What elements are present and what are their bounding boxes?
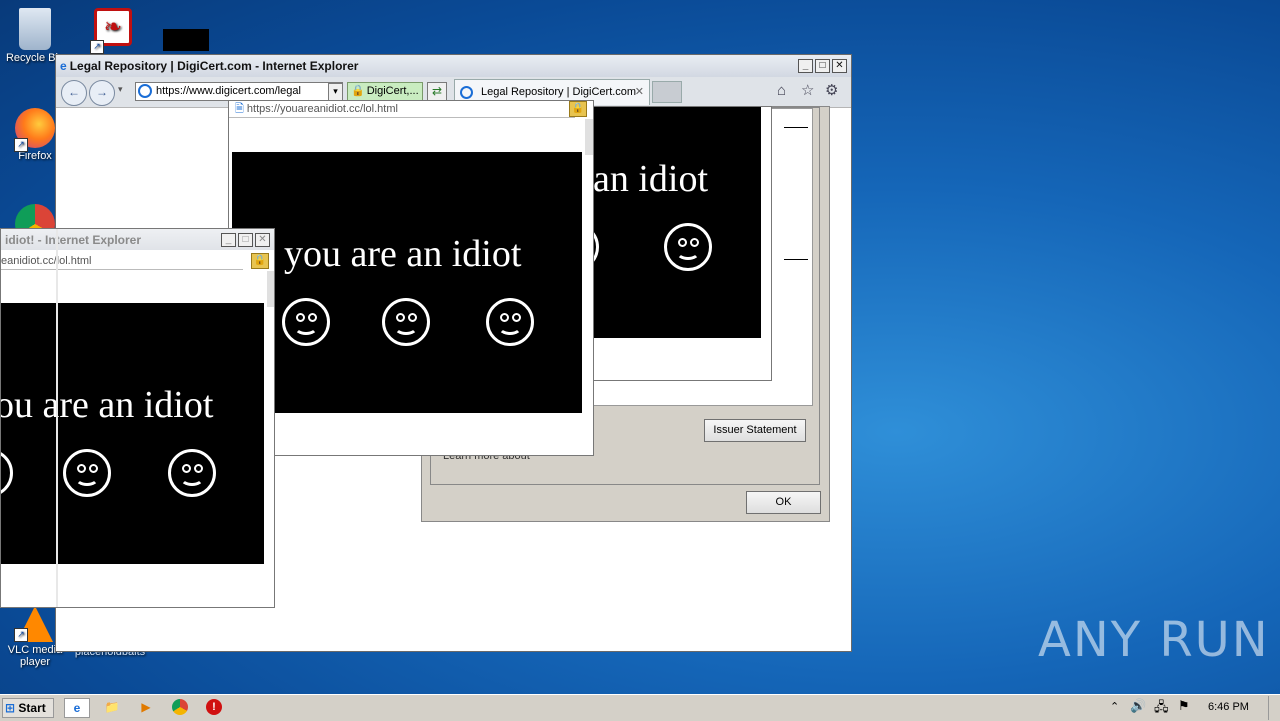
ie-logo-icon: e bbox=[60, 59, 67, 73]
taskbar-stop-icon[interactable]: ! bbox=[202, 698, 226, 718]
popup-center-message: you are an idiot bbox=[284, 233, 522, 275]
smiley-icon bbox=[63, 449, 111, 497]
smiley-icon bbox=[1, 449, 13, 497]
lock-icon[interactable]: 🔒 bbox=[251, 253, 269, 269]
ie-titlebar[interactable]: e Legal Repository | DigiCert.com - Inte… bbox=[56, 55, 851, 77]
popup-left-black-pane: ou are an idiot bbox=[1, 303, 264, 564]
popup-left-url: eanidiot.cc/lol.html bbox=[1, 255, 92, 267]
issuer-statement-button[interactable]: Issuer Statement bbox=[704, 419, 806, 442]
popup-back-message: an idiot bbox=[593, 158, 709, 200]
close-button[interactable]: ✕ bbox=[832, 59, 847, 73]
lock-icon: 🔒 bbox=[351, 85, 365, 97]
clock[interactable]: 6:46 PM bbox=[1208, 701, 1249, 713]
volume-icon[interactable]: 🔊 bbox=[1130, 698, 1146, 714]
scrollbar[interactable] bbox=[267, 271, 274, 307]
network-icon[interactable]: 🖧 bbox=[1154, 698, 1169, 720]
scrollbar[interactable] bbox=[585, 119, 593, 155]
history-dropdown-icon[interactable]: ▾ bbox=[118, 84, 123, 95]
back-button[interactable]: ← bbox=[61, 80, 87, 106]
shortcut-arrow-icon: ↗ bbox=[14, 138, 28, 152]
popup-left-title: idiot! - Internet Explorer bbox=[5, 232, 142, 247]
desktop-icon-acrobat[interactable]: ❧ ↗ bbox=[78, 8, 148, 54]
recycle-bin-icon bbox=[19, 8, 51, 50]
desktop-icon-black-box[interactable] bbox=[163, 29, 209, 51]
popup-left-urlbar[interactable]: eanidiot.cc/lol.html bbox=[1, 253, 243, 270]
site-icon bbox=[138, 84, 152, 98]
ie-page-icon: 🗎 bbox=[235, 103, 244, 115]
taskbar-explorer-icon[interactable]: 📁 bbox=[100, 698, 124, 718]
window-title: Legal Repository | DigiCert.com - Intern… bbox=[69, 59, 359, 73]
taskbar-ie-button[interactable]: e bbox=[64, 698, 90, 718]
certificate-button[interactable]: 🔒 DigiCert,... bbox=[347, 82, 423, 101]
popup-center-window[interactable]: 🗎 https://youareanidiot.cc/lol.html 🔒 yo… bbox=[228, 100, 594, 456]
shortcut-arrow-icon: ↗ bbox=[90, 40, 104, 54]
smiley-icon bbox=[664, 223, 712, 271]
tab-label: Legal Repository | DigiCert.com bbox=[481, 86, 637, 98]
new-tab-button[interactable] bbox=[652, 81, 682, 103]
tab-site-icon bbox=[460, 86, 473, 99]
address-text: https://www.digicert.com/legal bbox=[156, 85, 301, 97]
ok-button[interactable]: OK bbox=[746, 491, 821, 514]
watermark: ANY RUN bbox=[1038, 612, 1270, 668]
flag-icon[interactable]: ⚑ bbox=[1178, 698, 1190, 714]
certificate-label: DigiCert,... bbox=[366, 85, 419, 97]
forward-button[interactable]: → bbox=[89, 80, 115, 106]
close-button[interactable]: ✕ bbox=[255, 232, 270, 247]
window-edge-divider bbox=[56, 229, 58, 607]
show-desktop-button[interactable] bbox=[1268, 696, 1279, 720]
favorites-icon[interactable]: ☆ bbox=[801, 81, 814, 99]
minimize-button[interactable]: _ bbox=[221, 232, 236, 247]
popup-center-urlbar[interactable]: 🗎 https://youareanidiot.cc/lol.html bbox=[229, 101, 575, 118]
taskbar-media-icon[interactable]: ▶ bbox=[134, 698, 158, 718]
lock-icon[interactable]: 🔒 bbox=[569, 101, 587, 117]
refresh-button[interactable]: ⇄ bbox=[427, 82, 447, 101]
tab-close-icon[interactable]: ✕ bbox=[635, 85, 644, 98]
smiley-icon bbox=[282, 298, 330, 346]
popup-left-message: ou are an idiot bbox=[1, 384, 214, 426]
smiley-icon bbox=[382, 298, 430, 346]
address-bar[interactable]: https://www.digicert.com/legal ⌕ bbox=[135, 82, 343, 101]
popup-left-window[interactable]: idiot! - Internet Explorer _ □ ✕ eanidio… bbox=[0, 228, 275, 608]
popup-left-titlebar[interactable]: idiot! - Internet Explorer _ □ ✕ bbox=[1, 229, 274, 250]
shortcut-arrow-icon: ↗ bbox=[14, 628, 28, 642]
minimize-button[interactable]: _ bbox=[798, 59, 813, 73]
home-icon[interactable]: ⌂ bbox=[777, 82, 786, 99]
maximize-button[interactable]: □ bbox=[238, 232, 253, 247]
smiley-icon bbox=[168, 449, 216, 497]
taskbar-chrome-icon[interactable] bbox=[168, 698, 192, 718]
tray-chevron-icon[interactable]: ⌃ bbox=[1110, 700, 1119, 713]
start-label: Start bbox=[18, 701, 46, 715]
start-button[interactable]: ⊞ Start bbox=[2, 698, 54, 718]
windows-logo-icon: ⊞ bbox=[5, 701, 16, 715]
popup-center-black-pane: you are an idiot bbox=[232, 152, 582, 413]
smiley-icon bbox=[486, 298, 534, 346]
divider bbox=[784, 127, 808, 128]
maximize-button[interactable]: □ bbox=[815, 59, 830, 73]
settings-gear-icon[interactable]: ⚙ bbox=[825, 81, 838, 99]
taskbar: ⊞ Start e 📁 ▶ ! ⌃ 🔊 🖧 ⚑ 6:46 PM bbox=[0, 694, 1280, 721]
divider bbox=[784, 259, 808, 260]
popup-center-url: https://youareanidiot.cc/lol.html bbox=[246, 103, 398, 115]
